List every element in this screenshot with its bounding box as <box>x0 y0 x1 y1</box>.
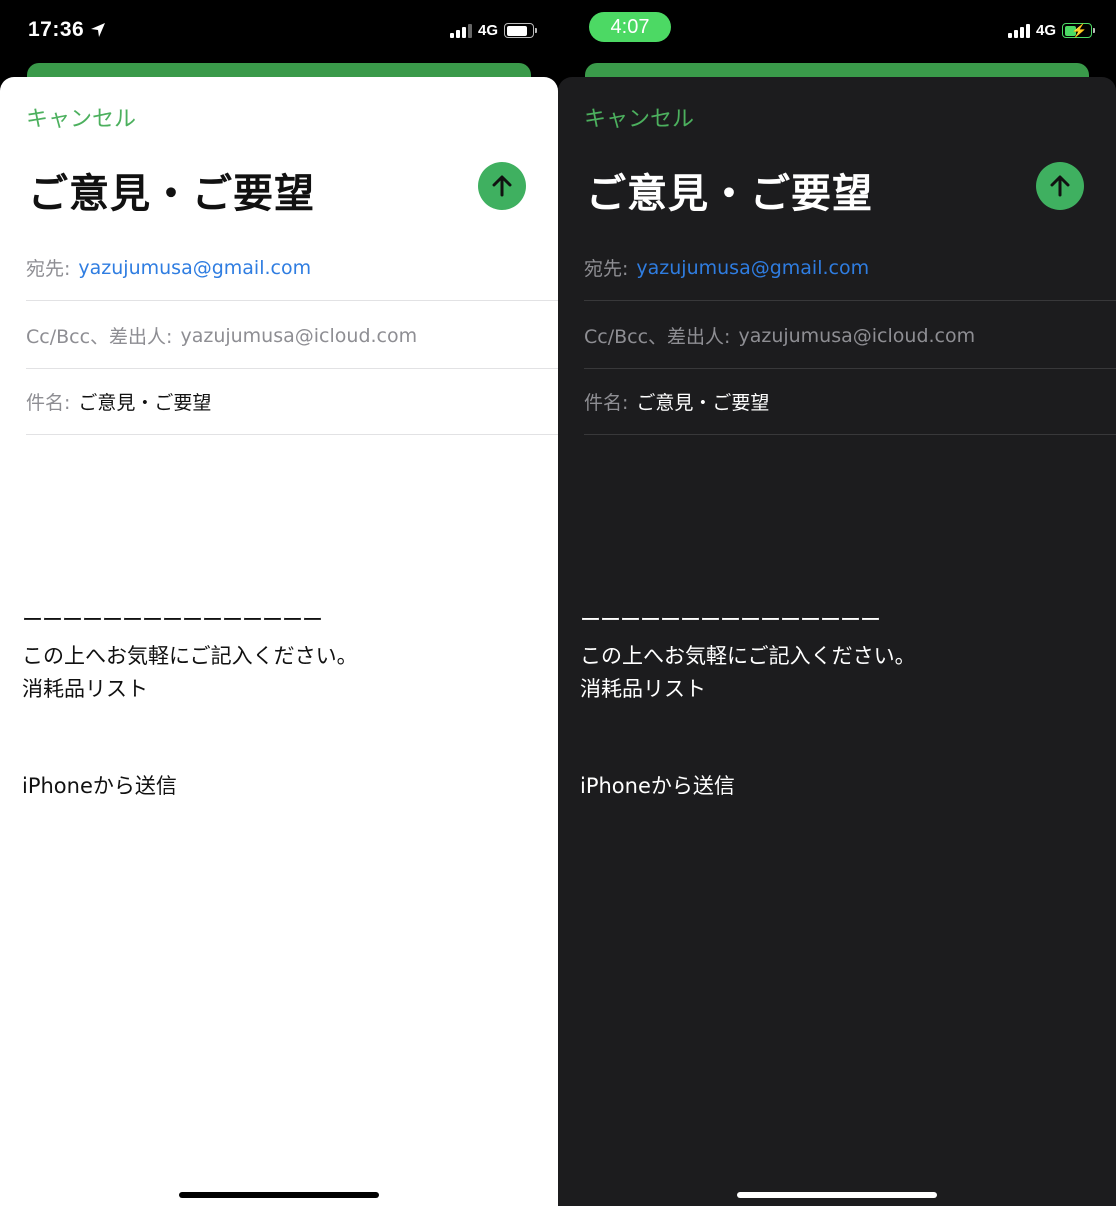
to-field[interactable]: 宛先: yazujumusa@gmail.com <box>26 235 558 301</box>
to-label: 宛先: <box>26 258 71 280</box>
send-button[interactable] <box>1036 162 1084 210</box>
subject-field[interactable]: 件名: ご意見・ご要望 <box>26 369 558 435</box>
to-recipient[interactable]: yazujumusa@gmail.com <box>78 257 311 279</box>
cc-label: Cc/Bcc、差出人: <box>26 326 173 348</box>
compose-sheet: キャンセル ご意見・ご要望 宛先: yazujumusa@gmail.com C… <box>0 77 558 1206</box>
status-indicators: 4G ⚡ <box>1007 22 1095 39</box>
signature: iPhoneから送信 <box>22 774 177 798</box>
body-prompt: この上へお気軽にご記入ください。 <box>580 644 916 668</box>
cancel-button[interactable]: キャンセル <box>584 101 694 133</box>
subject-value: ご意見・ご要望 <box>636 392 770 414</box>
body-list-text: 消耗品リスト <box>580 677 706 701</box>
cc-label: Cc/Bcc、差出人: <box>584 326 731 348</box>
subject-label: 件名: <box>26 392 71 414</box>
status-time-text: 17:36 <box>28 18 85 41</box>
home-indicator[interactable] <box>737 1192 937 1198</box>
signal-icon <box>1007 23 1030 38</box>
subject-label: 件名: <box>584 392 629 414</box>
body-prompt: この上へお気軽にご記入ください。 <box>22 644 358 668</box>
home-indicator[interactable] <box>179 1192 379 1198</box>
subject-field[interactable]: 件名: ご意見・ご要望 <box>584 369 1116 435</box>
signal-icon <box>449 23 472 38</box>
to-field[interactable]: 宛先: yazujumusa@gmail.com <box>584 235 1116 301</box>
location-arrow-icon <box>91 23 106 37</box>
arrow-up-icon <box>492 175 512 197</box>
cancel-button[interactable]: キャンセル <box>26 101 136 133</box>
status-time: 17:36 <box>28 18 106 42</box>
to-recipient[interactable]: yazujumusa@gmail.com <box>636 257 869 279</box>
status-bar: 17:36 4G <box>0 0 558 64</box>
body-list-text: 消耗品リスト <box>22 677 148 701</box>
from-address: yazujumusa@icloud.com <box>180 324 418 347</box>
status-time: 4:07 <box>589 12 671 42</box>
network-label: 4G <box>1035 22 1056 39</box>
cc-bcc-from-field[interactable]: Cc/Bcc、差出人: yazujumusa@icloud.com <box>584 303 1116 369</box>
send-button[interactable] <box>478 162 526 210</box>
signature: iPhoneから送信 <box>580 774 735 798</box>
status-bar: 4:07 4G ⚡ <box>558 0 1116 64</box>
network-label: 4G <box>477 22 498 39</box>
compose-title: ご意見・ご要望 <box>586 171 873 217</box>
compose-sheet: キャンセル ご意見・ご要望 宛先: yazujumusa@gmail.com C… <box>558 77 1116 1206</box>
body-separator: ーーーーーーーーーーーーーーー <box>22 608 323 632</box>
screenshot-dark-mode: 4:07 4G ⚡ キャンセル ご意見・ご要望 宛先: yazujumusa@g… <box>558 0 1116 1206</box>
status-indicators: 4G <box>449 22 537 39</box>
subject-value: ご意見・ご要望 <box>78 392 212 414</box>
cc-bcc-from-field[interactable]: Cc/Bcc、差出人: yazujumusa@icloud.com <box>26 303 558 369</box>
battery-charging-icon: ⚡ <box>1062 23 1095 38</box>
arrow-up-icon <box>1050 175 1070 197</box>
screenshot-light-mode: 17:36 4G キャンセル ご意見・ご要望 宛先: yazujumusa@gm… <box>0 0 558 1206</box>
to-label: 宛先: <box>584 258 629 280</box>
compose-title: ご意見・ご要望 <box>28 171 315 217</box>
body-separator: ーーーーーーーーーーーーーーー <box>580 608 881 632</box>
from-address: yazujumusa@icloud.com <box>738 324 976 347</box>
battery-icon <box>504 23 537 38</box>
